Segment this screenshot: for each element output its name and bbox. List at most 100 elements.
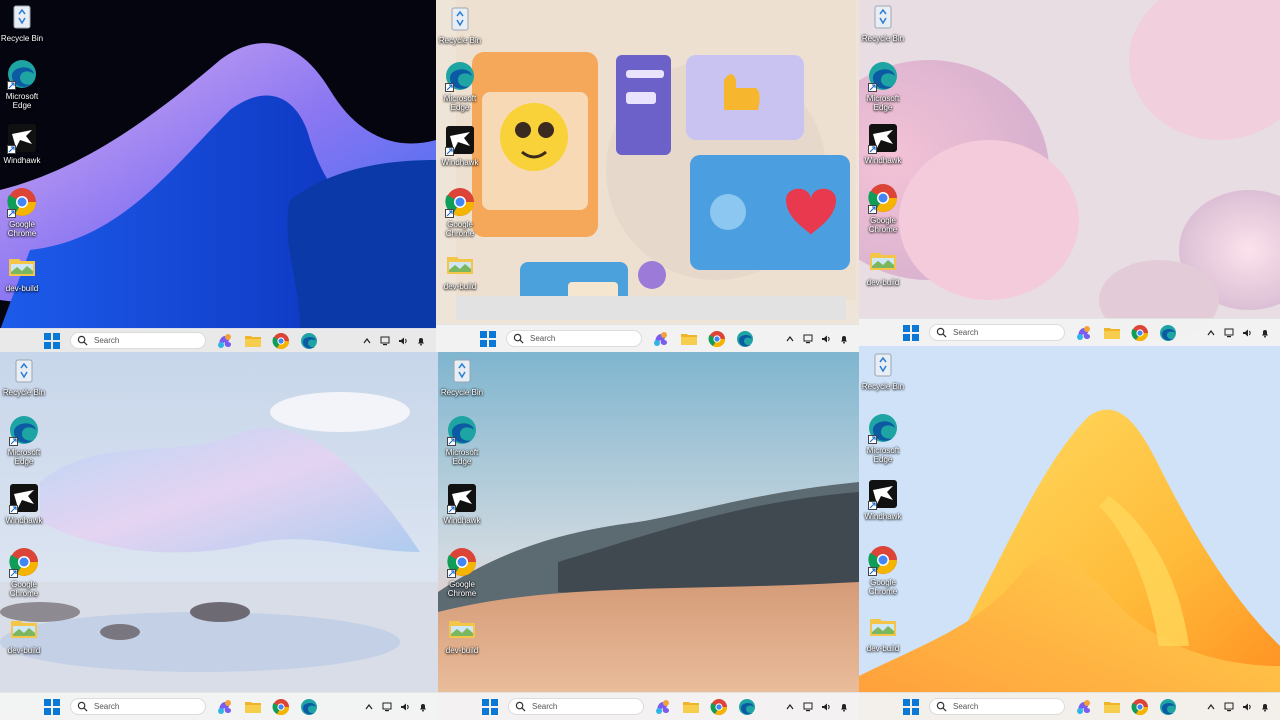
file-explorer-icon[interactable] (244, 698, 262, 716)
start-icon[interactable] (44, 332, 60, 349)
taskbar-search[interactable]: Search (506, 330, 642, 347)
microsoft-edge-shortcut[interactable]: Microsoft Edge (861, 60, 905, 112)
taskbar-search[interactable]: Search (508, 698, 644, 715)
chevron-up-icon[interactable] (364, 702, 374, 712)
recycle-bin[interactable]: Recycle Bin (2, 354, 46, 397)
copilot-icon[interactable] (216, 332, 234, 350)
chevron-up-icon[interactable] (1206, 702, 1216, 712)
windhawk-shortcut[interactable]: Windhawk (438, 124, 482, 167)
recycle-bin[interactable]: Recycle Bin (861, 0, 905, 43)
google-chrome-shortcut[interactable]: Google Chrome (861, 182, 905, 234)
notification-bell-icon[interactable] (839, 702, 849, 712)
volume-icon[interactable] (400, 702, 410, 712)
recycle-bin[interactable]: Recycle Bin (438, 2, 482, 45)
taskbar-search[interactable]: Search (929, 698, 1065, 715)
network-icon[interactable] (803, 334, 813, 344)
copilot-icon[interactable] (216, 698, 234, 716)
windhawk-shortcut[interactable]: Windhawk (861, 478, 905, 521)
copilot-icon[interactable] (654, 698, 672, 716)
chevron-up-icon[interactable] (785, 702, 795, 712)
windhawk-shortcut[interactable]: Windhawk (440, 482, 484, 525)
google-chrome-shortcut[interactable]: Google Chrome (440, 546, 484, 598)
google-chrome-shortcut[interactable]: Google Chrome (438, 186, 482, 238)
dev-build-folder[interactable]: dev-build (861, 610, 905, 653)
notification-bell-icon[interactable] (1260, 328, 1270, 338)
dev-build-folder[interactable]: dev-build (440, 612, 484, 655)
dev-build-folder[interactable]: dev-build (0, 250, 44, 293)
network-icon[interactable] (382, 702, 392, 712)
volume-icon[interactable] (821, 702, 831, 712)
notification-bell-icon[interactable] (418, 702, 428, 712)
start-icon[interactable] (482, 698, 498, 715)
microsoft-edge-shortcut[interactable]: Microsoft Edge (2, 414, 46, 466)
system-tray (356, 702, 428, 712)
edge-taskbar-icon[interactable] (1159, 324, 1177, 342)
chrome-taskbar-icon[interactable] (1131, 698, 1149, 716)
google-chrome-shortcut[interactable]: Google Chrome (861, 544, 905, 596)
file-explorer-icon[interactable] (1103, 698, 1121, 716)
volume-icon[interactable] (398, 336, 408, 346)
dev-build-folder[interactable]: dev-build (861, 244, 905, 287)
windhawk-shortcut[interactable]: Windhawk (2, 482, 46, 525)
dev-build-folder[interactable]: dev-build (438, 248, 482, 291)
edge-taskbar-icon[interactable] (736, 330, 754, 348)
chrome-taskbar-icon[interactable] (708, 330, 726, 348)
chevron-up-icon[interactable] (785, 334, 795, 344)
edge-taskbar-icon[interactable] (738, 698, 756, 716)
windhawk-shortcut[interactable]: Windhawk (0, 122, 44, 165)
copilot-icon[interactable] (652, 330, 670, 348)
notification-bell-icon[interactable] (839, 334, 849, 344)
chrome-taskbar-icon[interactable] (1131, 324, 1149, 342)
recycle-bin[interactable]: Recycle Bin (440, 354, 484, 397)
file-explorer-icon[interactable] (682, 698, 700, 716)
folder-label: dev-build (5, 284, 39, 293)
taskbar-search[interactable]: Search (929, 324, 1065, 341)
file-explorer-icon[interactable] (680, 330, 698, 348)
start-icon[interactable] (44, 698, 60, 715)
copilot-icon[interactable] (1075, 324, 1093, 342)
volume-icon[interactable] (1242, 328, 1252, 338)
chrome-taskbar-icon[interactable] (710, 698, 728, 716)
copilot-icon[interactable] (1075, 698, 1093, 716)
chevron-up-icon[interactable] (1206, 328, 1216, 338)
volume-icon[interactable] (1242, 702, 1252, 712)
chrome-icon (444, 186, 476, 218)
edge-icon (444, 60, 476, 92)
taskbar-search[interactable]: Search (70, 698, 206, 715)
google-chrome-shortcut[interactable]: Google Chrome (2, 546, 46, 598)
notification-bell-icon[interactable] (416, 336, 426, 346)
dev-build-folder[interactable]: dev-build (2, 612, 46, 655)
start-icon[interactable] (480, 330, 496, 347)
microsoft-edge-shortcut[interactable]: Microsoft Edge (440, 414, 484, 466)
microsoft-edge-shortcut[interactable]: Microsoft Edge (438, 60, 482, 112)
recycle-bin[interactable]: Recycle Bin (861, 348, 905, 391)
network-icon[interactable] (1224, 702, 1234, 712)
network-icon[interactable] (380, 336, 390, 346)
chrome-taskbar-icon[interactable] (272, 332, 290, 350)
windhawk-label: Windhawk (441, 158, 479, 167)
windhawk-label: Windhawk (864, 512, 902, 521)
start-icon[interactable] (903, 698, 919, 715)
notification-bell-icon[interactable] (1260, 702, 1270, 712)
recycle-bin-icon (446, 354, 478, 386)
network-icon[interactable] (803, 702, 813, 712)
windhawk-shortcut[interactable]: Windhawk (861, 122, 905, 165)
network-icon[interactable] (1224, 328, 1234, 338)
google-chrome-shortcut[interactable]: Google Chrome (0, 186, 44, 238)
start-icon[interactable] (903, 324, 919, 341)
file-explorer-icon[interactable] (1103, 324, 1121, 342)
file-explorer-icon[interactable] (244, 332, 262, 350)
microsoft-edge-shortcut[interactable]: Microsoft Edge (861, 412, 905, 464)
recycle-bin[interactable]: Recycle Bin (0, 0, 44, 43)
taskbar: Search (859, 318, 1280, 346)
chevron-up-icon[interactable] (362, 336, 372, 346)
volume-icon[interactable] (821, 334, 831, 344)
taskbar-search[interactable]: Search (70, 332, 206, 349)
chrome-label: Google Chrome (9, 580, 39, 598)
microsoft-edge-shortcut[interactable]: Microsoft Edge (0, 58, 44, 110)
shortcut-arrow-icon (445, 147, 454, 156)
edge-taskbar-icon[interactable] (300, 698, 318, 716)
edge-taskbar-icon[interactable] (300, 332, 318, 350)
edge-taskbar-icon[interactable] (1159, 698, 1177, 716)
chrome-taskbar-icon[interactable] (272, 698, 290, 716)
